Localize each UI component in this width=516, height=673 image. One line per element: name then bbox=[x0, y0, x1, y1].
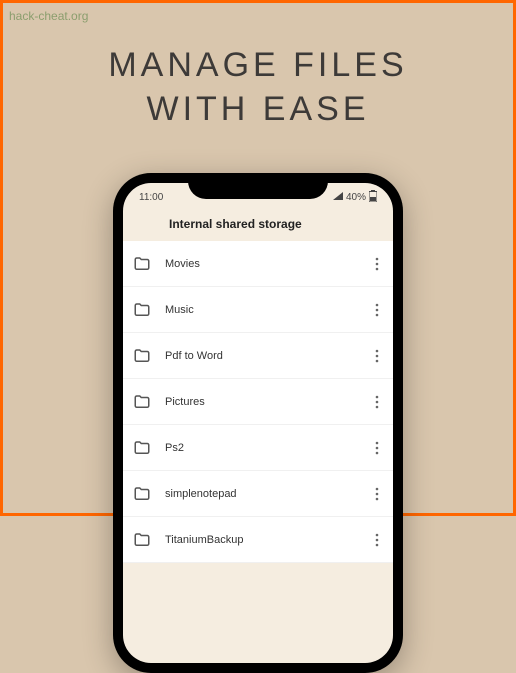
folder-icon bbox=[133, 393, 151, 411]
folder-icon bbox=[133, 255, 151, 273]
status-right: 40% bbox=[333, 190, 377, 205]
headline-line-1: MANAGE FILES bbox=[3, 43, 513, 87]
list-item[interactable]: Pictures bbox=[123, 379, 393, 425]
phone-notch bbox=[188, 173, 328, 199]
phone-screen: 11:00 40% Internal shared storage bbox=[123, 183, 393, 663]
file-name: Movies bbox=[165, 258, 371, 270]
folder-icon bbox=[133, 531, 151, 549]
status-time: 11:00 bbox=[139, 192, 163, 203]
battery-icon bbox=[369, 190, 377, 205]
more-icon[interactable] bbox=[371, 395, 383, 409]
more-icon[interactable] bbox=[371, 487, 383, 501]
more-icon[interactable] bbox=[371, 303, 383, 317]
file-name: Pictures bbox=[165, 396, 371, 408]
list-item[interactable]: simplenotepad bbox=[123, 471, 393, 517]
more-icon[interactable] bbox=[371, 533, 383, 547]
file-list[interactable]: Movies Music bbox=[123, 241, 393, 563]
list-item[interactable]: Ps2 bbox=[123, 425, 393, 471]
list-item[interactable]: Music bbox=[123, 287, 393, 333]
battery-percent: 40% bbox=[346, 192, 366, 203]
more-icon[interactable] bbox=[371, 257, 383, 271]
folder-icon bbox=[133, 347, 151, 365]
folder-icon bbox=[133, 439, 151, 457]
file-name: Ps2 bbox=[165, 442, 371, 454]
phone-frame: 11:00 40% Internal shared storage bbox=[113, 173, 403, 673]
file-name: simplenotepad bbox=[165, 488, 371, 500]
folder-icon bbox=[133, 301, 151, 319]
more-icon[interactable] bbox=[371, 349, 383, 363]
file-name: Music bbox=[165, 304, 371, 316]
list-item[interactable]: Movies bbox=[123, 241, 393, 287]
folder-icon bbox=[133, 485, 151, 503]
list-item[interactable]: TitaniumBackup bbox=[123, 517, 393, 563]
more-icon[interactable] bbox=[371, 441, 383, 455]
file-name: Pdf to Word bbox=[165, 350, 371, 362]
watermark-text: hack-cheat.org bbox=[9, 9, 88, 23]
list-item[interactable]: Pdf to Word bbox=[123, 333, 393, 379]
app-header-title: Internal shared storage bbox=[123, 207, 393, 241]
signal-icon bbox=[333, 192, 343, 203]
file-name: TitaniumBackup bbox=[165, 534, 371, 546]
phone-mockup: 11:00 40% Internal shared storage bbox=[113, 173, 403, 673]
headline-line-2: WITH EASE bbox=[3, 87, 513, 131]
